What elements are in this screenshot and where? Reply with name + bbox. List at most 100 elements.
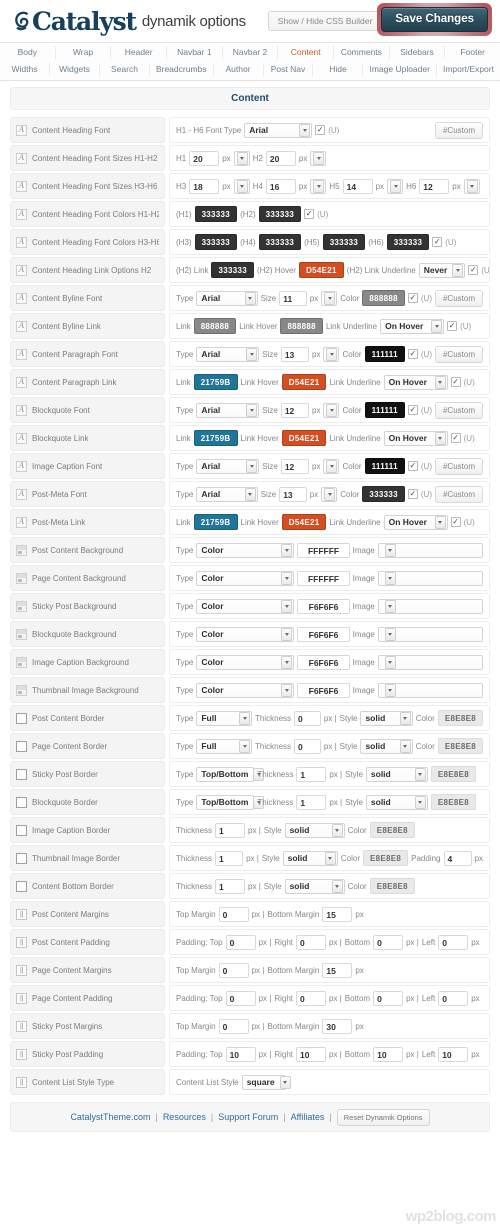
chevron-down-icon[interactable] — [384, 655, 396, 669]
chevron-down-icon[interactable] — [326, 459, 338, 473]
nav-item-content[interactable]: Content — [278, 46, 335, 59]
option-label-blockquote-link[interactable]: A Blockquote Link — [10, 425, 165, 451]
chevron-down-icon[interactable] — [414, 767, 426, 781]
option-label-image-caption-border[interactable]: Image Caption Border — [10, 817, 165, 843]
border-thickness-input[interactable]: 0 — [294, 710, 321, 726]
border-style-select[interactable]: solid — [282, 850, 338, 866]
nav-item-post-nav[interactable]: Post Nav — [264, 63, 314, 76]
background-image-select[interactable] — [377, 598, 483, 614]
nav-item-breadcrumbs[interactable]: Breadcrumbs — [150, 63, 214, 76]
font-unit-select[interactable] — [321, 486, 338, 502]
chevron-down-icon[interactable] — [313, 179, 325, 193]
unit-checkbox[interactable]: ✓ — [407, 349, 418, 359]
nav-item-sidebars[interactable]: Sidebars — [390, 46, 446, 59]
chevron-down-icon[interactable] — [384, 683, 396, 697]
option-label-content-heading-link-options-h2[interactable]: A Content Heading Link Options H2 — [10, 257, 165, 283]
option-label-page-content-margins[interactable]: ‖ Page Content Margins — [10, 957, 165, 983]
h4-size-input[interactable]: 16 — [265, 178, 296, 194]
link-underline-select[interactable]: On Hover — [383, 430, 448, 446]
border-style-select[interactable]: solid — [365, 794, 428, 810]
padding-left-input[interactable]: 0 — [438, 990, 469, 1006]
border-padding-input[interactable]: 4 — [443, 850, 472, 866]
unit-checkbox[interactable]: ✓ — [407, 461, 418, 471]
border-color-swatch[interactable]: E8E8E8 — [430, 766, 477, 782]
footer-link-affiliates[interactable]: Affiliates — [291, 1112, 325, 1122]
custom-css-button[interactable]: #Custom — [434, 289, 483, 307]
chevron-down-icon[interactable] — [246, 459, 258, 473]
background-color-input[interactable]: FFFFFF — [297, 542, 350, 558]
nav-item-image-uploader[interactable]: Image Uploader — [363, 63, 437, 76]
nav-item-hide[interactable]: Hide — [313, 63, 364, 76]
option-label-blockquote-background[interactable]: Blockquote Background — [10, 621, 165, 647]
custom-css-button[interactable]: #Custom — [434, 401, 483, 419]
nav-item-navbar-1[interactable]: Navbar 1 — [167, 46, 223, 59]
border-type-select[interactable]: Top/Bottom — [196, 766, 265, 782]
h6-color-swatch[interactable]: 333333 — [386, 234, 430, 250]
background-image-select[interactable] — [377, 654, 483, 670]
chevron-down-icon[interactable] — [466, 179, 478, 193]
h2-link-color-swatch[interactable]: 333333 — [211, 262, 254, 278]
link-color-swatch[interactable]: 21759B — [193, 514, 238, 530]
unit-checkbox[interactable]: ✓ — [432, 237, 443, 247]
background-image-select[interactable] — [377, 570, 483, 586]
font-size-input[interactable]: 13 — [279, 486, 307, 502]
chevron-down-icon[interactable] — [331, 823, 343, 837]
custom-css-button[interactable]: #Custom — [434, 345, 483, 363]
option-label-post-content-margins[interactable]: ‖ Post Content Margins — [10, 901, 165, 927]
option-label-image-caption-font[interactable]: A Image Caption Font — [10, 453, 165, 479]
chevron-down-icon[interactable] — [431, 319, 443, 333]
option-label-content-byline-font[interactable]: A Content Byline Font — [10, 285, 165, 311]
css-builder-toggle-button[interactable]: Show / Hide CSS Builder — [267, 11, 383, 31]
border-thickness-input[interactable]: 1 — [215, 822, 246, 838]
h3-unit-select[interactable] — [233, 178, 250, 194]
chevron-down-icon[interactable] — [246, 347, 258, 361]
top-margin-input[interactable]: 0 — [218, 1018, 249, 1034]
chevron-down-icon[interactable] — [281, 599, 293, 613]
nav-item-header[interactable]: Header — [111, 46, 168, 59]
option-label-content-heading-font[interactable]: A Content Heading Font — [10, 117, 165, 143]
option-label-sticky-post-background[interactable]: Sticky Post Background — [10, 593, 165, 619]
h4-unit-select[interactable] — [310, 178, 327, 194]
h6-size-input[interactable]: 12 — [419, 178, 450, 194]
font-type-select[interactable]: Arial — [196, 290, 258, 306]
chevron-down-icon[interactable] — [313, 151, 325, 165]
chevron-down-icon[interactable] — [246, 403, 258, 417]
padding-bottom-input[interactable]: 0 — [373, 990, 404, 1006]
border-style-select[interactable]: solid — [284, 878, 345, 894]
h2-unit-select[interactable] — [310, 150, 327, 166]
border-type-select[interactable]: Full — [196, 738, 253, 754]
unit-checkbox[interactable]: ✓ — [407, 489, 418, 499]
unit-checkbox[interactable]: ✓ — [447, 321, 458, 331]
option-label-content-heading-font-sizes-h1-h2[interactable]: A Content Heading Font Sizes H1-H2 — [10, 145, 165, 171]
nav-item-body[interactable]: Body — [0, 46, 56, 59]
custom-css-button[interactable]: #Custom — [434, 121, 483, 139]
border-style-select[interactable]: solid — [360, 738, 413, 754]
background-type-select[interactable]: Color — [196, 570, 295, 586]
chevron-down-icon[interactable] — [390, 179, 402, 193]
padding-right-input[interactable]: 0 — [296, 990, 326, 1006]
chevron-down-icon[interactable] — [331, 879, 343, 893]
nav-item-widgets[interactable]: Widgets — [50, 63, 100, 76]
padding-bottom-input[interactable]: 0 — [373, 934, 404, 950]
underline-checkbox[interactable]: ✓ — [315, 125, 326, 135]
unit-checkbox[interactable]: ✓ — [304, 209, 315, 219]
link-underline-select[interactable]: On Hover — [383, 374, 448, 390]
link-color-swatch[interactable]: 21759B — [193, 374, 238, 390]
background-color-input[interactable]: FFFFFF — [297, 570, 350, 586]
h3-color-swatch[interactable]: 333333 — [194, 234, 238, 250]
h4-color-swatch[interactable]: 333333 — [258, 234, 302, 250]
border-color-swatch[interactable]: E8E8E8 — [437, 710, 483, 726]
border-color-swatch[interactable]: E8E8E8 — [362, 850, 409, 866]
nav-item-wrap[interactable]: Wrap — [56, 46, 112, 59]
option-label-content-bottom-border[interactable]: Content Bottom Border — [10, 873, 165, 899]
font-type-select[interactable]: Arial — [196, 486, 258, 502]
option-label-content-heading-font-sizes-h3-h6[interactable]: A Content Heading Font Sizes H3-H6 — [10, 173, 165, 199]
option-label-page-content-border[interactable]: Page Content Border — [10, 733, 165, 759]
option-label-sticky-post-border[interactable]: Sticky Post Border — [10, 761, 165, 787]
h2-color-swatch[interactable]: 333333 — [258, 206, 302, 222]
padding-left-input[interactable]: 0 — [438, 934, 469, 950]
nav-item-footer[interactable]: Footer — [445, 46, 500, 59]
font-color-swatch[interactable]: 111111 — [364, 458, 405, 474]
border-thickness-input[interactable]: 0 — [294, 738, 321, 754]
h1-color-swatch[interactable]: 333333 — [194, 206, 238, 222]
